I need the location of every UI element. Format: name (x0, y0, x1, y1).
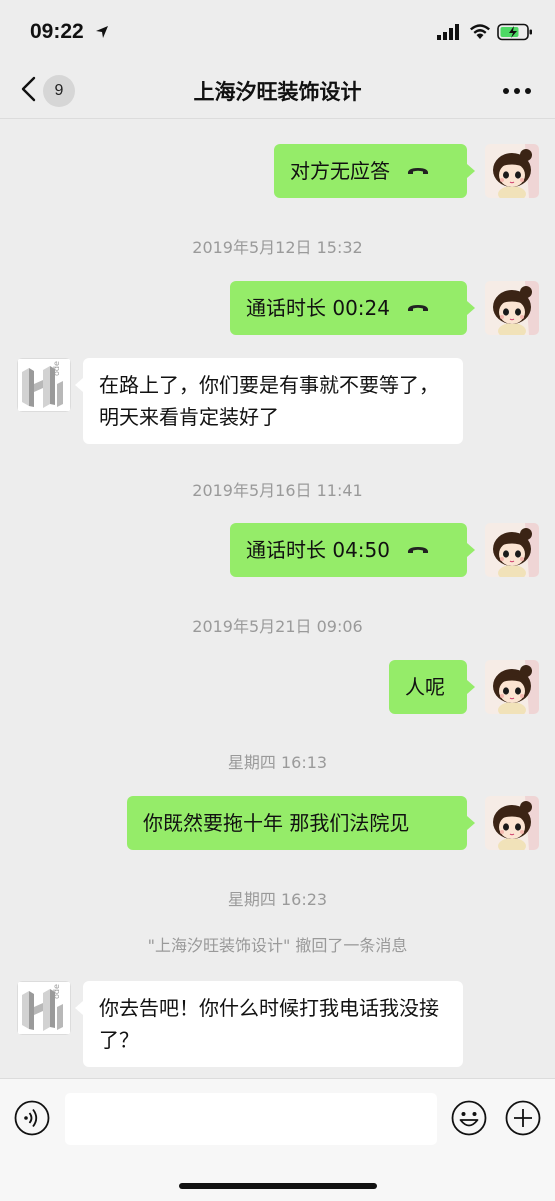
text-message-bubble[interactable]: 在路上了，你们要是有事就不要等了，明天来看肯定装好了 (75, 358, 463, 444)
message-text: 通话时长 04:50 (246, 538, 390, 562)
message-input[interactable] (65, 1093, 437, 1145)
message-text: 对方无应答 (290, 159, 390, 183)
message-row: 对方无应答 (0, 144, 555, 198)
phone-hangup-icon (406, 544, 430, 556)
wifi-icon (470, 24, 490, 39)
timestamp: 星期四 16:23 (227, 890, 328, 909)
phone-hangup-icon (406, 165, 430, 177)
message-row: 人呢 (0, 660, 555, 714)
add-attachment-icon[interactable] (505, 1100, 541, 1136)
text-message-bubble[interactable]: 你去告吧！你什么时候打我电话我没接了？ (75, 981, 463, 1067)
message-row: 你既然要拖十年 那我们法院见 (0, 796, 555, 850)
text-message-bubble[interactable]: 人呢 (389, 660, 475, 714)
timestamp: 2019年5月12日 15:32 (192, 238, 363, 257)
timestamp: 星期四 16:13 (227, 753, 328, 772)
my-avatar[interactable] (485, 523, 539, 577)
message-row: 通话时长 04:50 (0, 523, 555, 577)
call-message-bubble[interactable]: 通话时长 04:50 (230, 523, 475, 577)
status-bar: 09:22 (0, 0, 555, 62)
text-message-bubble[interactable]: 你既然要拖十年 那我们法院见 (127, 796, 475, 850)
my-avatar[interactable] (485, 660, 539, 714)
message-row: ode 你去告吧！你什么时候打我电话我没接了？ (0, 981, 555, 1067)
location-arrow-icon (96, 26, 108, 38)
my-avatar[interactable] (485, 796, 539, 850)
voice-input-icon[interactable] (14, 1100, 50, 1136)
timestamp: 2019年5月16日 11:41 (192, 481, 363, 500)
avatar-logo-text: ode (52, 984, 61, 999)
contact-avatar[interactable]: ode (17, 981, 71, 1035)
call-message-bubble[interactable]: 通话时长 00:24 (230, 281, 475, 335)
phone-hangup-icon (406, 302, 430, 314)
cellular-signal-icon (437, 24, 459, 40)
my-avatar[interactable] (485, 144, 539, 198)
chat-header: 9 上海汐旺装饰设计 (0, 62, 555, 119)
contact-avatar[interactable]: ode (17, 358, 71, 412)
more-options-icon[interactable] (502, 87, 532, 95)
emoji-icon[interactable] (451, 1100, 487, 1136)
avatar-logo-text: ode (52, 361, 61, 376)
my-avatar[interactable] (485, 281, 539, 335)
home-indicator[interactable] (179, 1183, 377, 1189)
message-text: 通话时长 00:24 (246, 296, 390, 320)
call-message-bubble[interactable]: 对方无应答 (274, 144, 475, 198)
timestamp: 2019年5月21日 09:06 (192, 617, 363, 636)
chat-title: 上海汐旺装饰设计 (193, 80, 362, 104)
message-row: 通话时长 00:24 (0, 281, 555, 335)
status-time: 09:22 (30, 20, 84, 43)
input-bar (0, 1078, 555, 1201)
message-row: ode 在路上了，你们要是有事就不要等了，明天来看肯定装好了 (0, 358, 555, 444)
recalled-message-notice: "上海汐旺装饰设计" 撤回了一条消息 (147, 936, 408, 955)
battery-charging-icon (497, 23, 532, 41)
